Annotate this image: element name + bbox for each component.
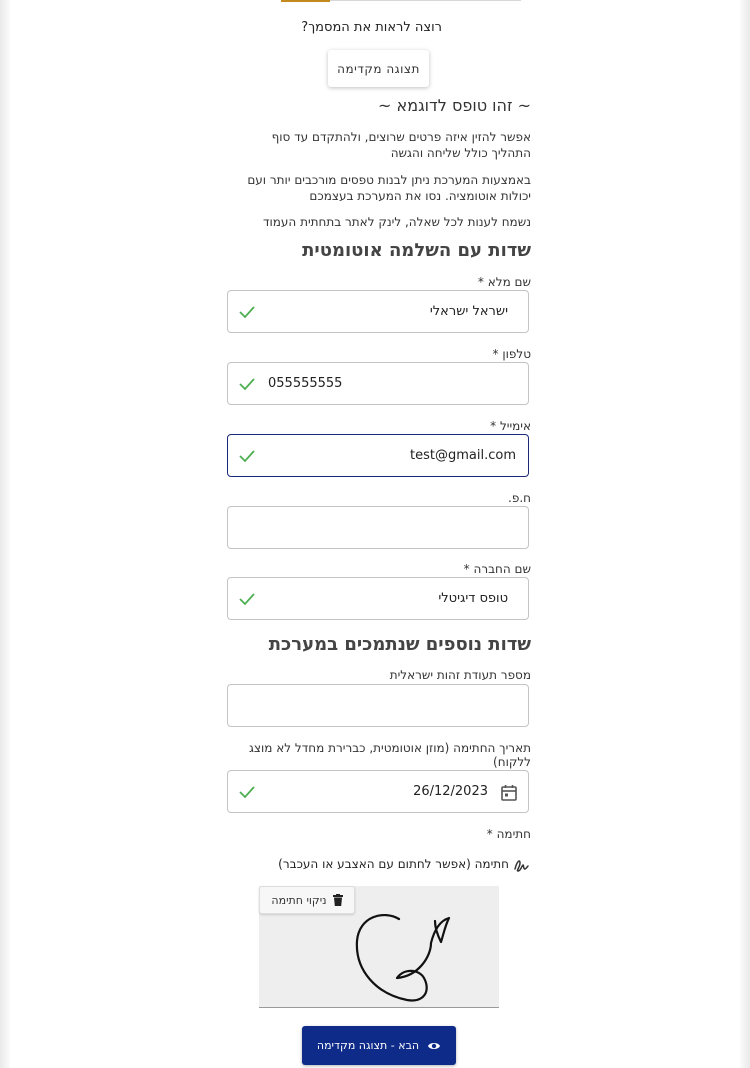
sign-date-value: 26/12/2023 bbox=[413, 784, 488, 799]
demo-paragraph: אפשר להזין איזה פרטים שרוצים, ולהתקדם עד… bbox=[271, 130, 531, 160]
section-title-autocomplete: שדות עם השלמה אוטומטית bbox=[302, 240, 531, 261]
phone-value: 055555555 bbox=[268, 376, 343, 391]
eye-icon bbox=[428, 1042, 441, 1049]
phone-field[interactable]: 055555555 bbox=[227, 362, 529, 405]
phone-label: טלפון * bbox=[492, 347, 531, 361]
company-number-label: ח.פ. bbox=[508, 491, 531, 505]
page-shadow-left bbox=[0, 0, 10, 1068]
check-icon bbox=[239, 306, 255, 319]
progress-indicator bbox=[281, 0, 330, 2]
next-preview-button[interactable]: הבא - תצוגה מקדימה bbox=[302, 1026, 456, 1065]
demo-paragraph: באמצעות המערכת ניתן לבנות טפסים מורכבים … bbox=[247, 173, 531, 203]
next-preview-label: הבא - תצוגה מקדימה bbox=[316, 1039, 420, 1052]
check-icon bbox=[239, 450, 255, 463]
full-name-label: שם מלא * bbox=[477, 275, 531, 289]
company-name-field[interactable]: טופס דיגיטלי bbox=[227, 577, 529, 620]
signature-hint: חתימה (אפשר לחתום עם האצבע או העכבר) bbox=[278, 857, 509, 871]
signature-label: חתימה * bbox=[486, 827, 531, 841]
company-number-field[interactable] bbox=[227, 506, 529, 549]
company-name-value: טופס דיגיטלי bbox=[438, 591, 508, 606]
signature-hint-row: חתימה (אפשר לחתום עם האצבע או העכבר) bbox=[230, 856, 531, 874]
demo-paragraph: נשמח לענות לכל שאלה, לינק לאתר בתחתית הע… bbox=[262, 215, 531, 229]
full-name-field[interactable]: ישראל ישראלי bbox=[227, 290, 529, 333]
company-name-label: שם החברה * bbox=[463, 562, 531, 576]
demo-title: ~ זהו טופס לדוגמא ~ bbox=[378, 96, 531, 115]
check-icon bbox=[239, 593, 255, 606]
preview-button[interactable]: תצוגה מקדימה bbox=[328, 50, 429, 87]
full-name-value: ישראל ישראלי bbox=[429, 304, 508, 319]
signature-icon bbox=[514, 860, 529, 872]
id-number-label: מספר תעודת זהות ישראלית bbox=[389, 668, 531, 682]
clear-signature-button[interactable]: ניקוי חתימה bbox=[259, 886, 355, 914]
clear-signature-label: ניקוי חתימה bbox=[271, 893, 327, 907]
id-number-field[interactable] bbox=[227, 684, 529, 727]
email-field[interactable]: test@gmail.com bbox=[227, 434, 529, 477]
email-label: אימייל * bbox=[490, 419, 531, 433]
email-value: test@gmail.com bbox=[410, 448, 516, 463]
trash-icon bbox=[332, 894, 343, 906]
sign-date-label: תאריך החתימה (מוזן אוטומטית, כברירת מחדל… bbox=[248, 741, 531, 769]
section-title-supported: שדות נוספים שנתמכים במערכת bbox=[268, 634, 531, 655]
sign-date-field[interactable]: 26/12/2023 bbox=[227, 770, 529, 813]
check-icon bbox=[239, 378, 255, 391]
calendar-icon[interactable] bbox=[500, 784, 518, 802]
preview-question: רוצה לראות את המסמך? bbox=[301, 20, 442, 35]
page-shadow-right bbox=[740, 0, 750, 1068]
check-icon bbox=[239, 786, 255, 799]
